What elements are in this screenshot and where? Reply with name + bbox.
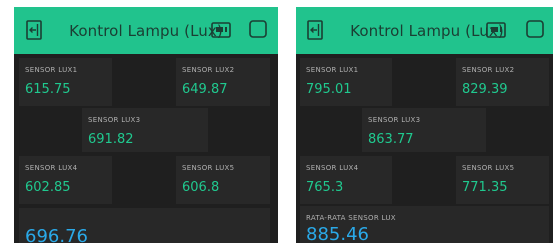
- widget-value: 606.8: [182, 180, 220, 195]
- widget-value: 649.87: [182, 82, 228, 97]
- average-lux-widget: RATA-RATA SENSOR LUX 885.46: [300, 206, 549, 243]
- widget-value: 863.77: [368, 132, 414, 147]
- device-icon[interactable]: [486, 22, 506, 42]
- widget-label: SENSOR LUX1: [306, 66, 359, 74]
- sensor-lux2-widget: SENSOR LUX2 649.87: [176, 58, 270, 106]
- widget-label: SENSOR LUX4: [25, 164, 78, 172]
- checkbox-icon[interactable]: [526, 20, 544, 42]
- widget-label: SENSOR LUX2: [182, 66, 235, 74]
- left-screen: Kontrol Lampu (Lux) SENSOR LUX1 615.75 S…: [14, 7, 278, 243]
- widget-label: SENSOR LUX3: [368, 116, 421, 124]
- sensor-lux4-widget: SENSOR LUX4 765.3: [300, 156, 392, 204]
- device-icon[interactable]: [211, 22, 231, 42]
- widget-value: 765.3: [306, 180, 344, 195]
- page-title: Kontrol Lampu (Lux): [350, 22, 504, 40]
- widget-value: 885.46: [306, 224, 369, 243]
- widget-label: SENSOR LUX1: [25, 66, 78, 74]
- sensor-lux5-widget: SENSOR LUX5 606.8: [176, 156, 270, 204]
- checkbox-icon[interactable]: [249, 20, 267, 42]
- average-lux-widget: 696.76: [19, 208, 270, 243]
- widget-value: 795.01: [306, 82, 352, 97]
- widget-label: SENSOR LUX4: [306, 164, 359, 172]
- widget-label: SENSOR LUX2: [462, 66, 515, 74]
- widget-value: 615.75: [25, 82, 71, 97]
- widget-value: 691.82: [88, 132, 134, 147]
- widget-label: RATA-RATA SENSOR LUX: [306, 214, 396, 222]
- widget-value: 696.76: [25, 226, 88, 243]
- sensor-lux3-widget: SENSOR LUX3 691.82: [82, 108, 208, 152]
- sensor-lux1-widget: SENSOR LUX1 615.75: [19, 58, 112, 106]
- widget-label: SENSOR LUX3: [88, 116, 141, 124]
- sensor-lux1-widget: SENSOR LUX1 795.01: [300, 58, 392, 106]
- sensor-lux3-widget: SENSOR LUX3 863.77: [362, 108, 486, 152]
- sensor-lux5-widget: SENSOR LUX5 771.35: [456, 156, 549, 204]
- sensor-lux4-widget: SENSOR LUX4 602.85: [19, 156, 112, 204]
- app-header: Kontrol Lampu (Lux): [296, 7, 553, 54]
- widget-label: SENSOR LUX5: [182, 164, 235, 172]
- right-screen: Kontrol Lampu (Lux) SENSOR LUX1 795.01 S…: [296, 7, 553, 243]
- widget-value: 829.39: [462, 82, 508, 97]
- sensor-lux2-widget: SENSOR LUX2 829.39: [456, 58, 549, 106]
- page-title: Kontrol Lampu (Lux): [69, 22, 223, 40]
- widget-value: 771.35: [462, 180, 508, 195]
- app-header: Kontrol Lampu (Lux): [14, 7, 278, 54]
- widget-label: SENSOR LUX5: [462, 164, 515, 172]
- widget-value: 602.85: [25, 180, 71, 195]
